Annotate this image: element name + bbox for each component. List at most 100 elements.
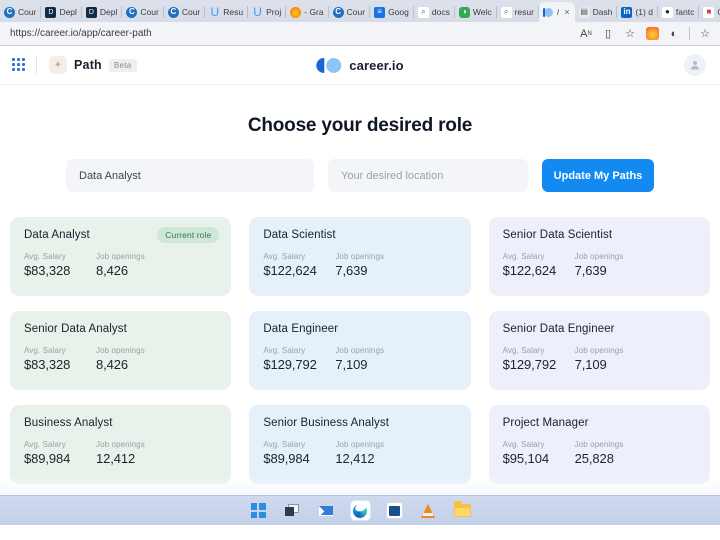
- browser-tab[interactable]: CCour: [122, 2, 163, 22]
- role-card-stats: Avg. Salary$129,792Job openings7,109: [263, 346, 456, 372]
- android-favicon: ◑: [459, 7, 470, 18]
- role-card-title: Project Manager: [503, 417, 696, 429]
- beta-badge: Beta: [109, 59, 137, 72]
- browser-tab-label: Welc: [473, 7, 492, 17]
- role-card[interactable]: Data AnalystCurrent roleAvg. Salary$83,3…: [10, 217, 231, 296]
- deepl-favicon: D: [86, 7, 97, 18]
- path-product-icon: ✦: [49, 56, 67, 74]
- role-card-grid: Data AnalystCurrent roleAvg. Salary$83,3…: [0, 217, 720, 484]
- browser-tab[interactable]: - Gra: [286, 2, 328, 22]
- task-view-icon[interactable]: [282, 501, 302, 521]
- careerio-brand[interactable]: career.io: [316, 58, 403, 73]
- mail-icon[interactable]: [316, 501, 336, 521]
- salary-value: $83,328: [24, 357, 96, 372]
- role-card[interactable]: Business Analyst Avg. Salary$89,984Job op…: [10, 405, 231, 484]
- role-card-title: Business Analyst: [24, 417, 217, 429]
- browser-tab[interactable]: ≡Goog: [370, 2, 414, 22]
- role-card[interactable]: Data EngineerAvg. Salary$129,792Job open…: [249, 311, 470, 390]
- url-text[interactable]: https://career.io/app/career-path: [6, 28, 573, 39]
- browser-tab[interactable]: ■Chari: [699, 2, 720, 22]
- openings-value: 7,639: [335, 263, 407, 278]
- role-input[interactable]: [66, 159, 314, 192]
- coursera-favicon: C: [4, 7, 15, 18]
- start-button-icon[interactable]: [248, 501, 268, 521]
- browser-tab[interactable]: ●fantc: [658, 2, 699, 22]
- role-card[interactable]: Senior Data EngineerAvg. Salary$129,792J…: [489, 311, 710, 390]
- browser-tab-label: Dash: [593, 7, 613, 17]
- browser-essentials-icon[interactable]: ◐: [665, 25, 683, 43]
- update-my-paths-button[interactable]: Update My Paths: [542, 159, 654, 192]
- close-tab-icon[interactable]: ×: [564, 7, 569, 17]
- role-card-title: Senior Data Scientist: [503, 229, 696, 241]
- openings-stat: Job openings25,828: [575, 440, 647, 466]
- role-card[interactable]: Senior Business AnalystAvg. Salary$89,98…: [249, 405, 470, 484]
- openings-label: Job openings: [575, 346, 647, 355]
- search-favicon: ⌕: [501, 7, 512, 18]
- salary-value: $129,792: [503, 357, 575, 372]
- browser-tab[interactable]: CCour: [0, 2, 41, 22]
- read-aloud-icon[interactable]: AN: [577, 25, 595, 43]
- file-explorer-icon[interactable]: [452, 501, 472, 521]
- microsoft-store-icon[interactable]: [384, 501, 404, 521]
- page-title: Choose your desired role: [0, 115, 720, 137]
- browser-tab[interactable]: CCour: [164, 2, 205, 22]
- role-card-title: Senior Data Analyst: [24, 323, 217, 335]
- avatar[interactable]: [684, 54, 706, 76]
- browser-tab[interactable]: /×: [539, 2, 575, 22]
- openings-value: 12,412: [335, 451, 407, 466]
- salary-value: $95,104: [503, 451, 575, 466]
- openings-label: Job openings: [96, 346, 168, 355]
- browser-tab-label: Goog: [388, 7, 409, 17]
- browser-tab[interactable]: ▤Dash: [575, 2, 618, 22]
- browser-tab-label: - Gra: [304, 7, 323, 17]
- role-card[interactable]: Data ScientistAvg. Salary$122,624Job ope…: [249, 217, 470, 296]
- openings-stat: Job openings7,109: [575, 346, 647, 372]
- browser-tab[interactable]: CCour: [329, 2, 370, 22]
- browser-tab[interactable]: ⌕docs: [414, 2, 455, 22]
- location-input[interactable]: [328, 159, 528, 192]
- browser-tab-label: Cour: [182, 7, 200, 17]
- windows-taskbar[interactable]: [0, 495, 720, 525]
- browser-tab[interactable]: in(1) d: [617, 2, 657, 22]
- github-favicon: ●: [662, 7, 673, 18]
- browser-tab-label: Depl: [100, 7, 117, 17]
- role-card[interactable]: Senior Data Analyst Avg. Salary $83,328Job…: [10, 311, 231, 390]
- salary-value: $83,328: [24, 263, 96, 278]
- vlc-media-player-icon[interactable]: [418, 501, 438, 521]
- openings-label: Job openings: [335, 346, 407, 355]
- browser-tab[interactable]: ◑Welc: [455, 2, 497, 22]
- firefox-extension-icon[interactable]: [643, 25, 661, 43]
- role-card-stats: Avg. Salary$83,328Job openings8,426: [24, 252, 217, 278]
- header-divider: [36, 55, 37, 75]
- collections-icon[interactable]: ☆: [696, 25, 714, 43]
- salary-stat: Avg. Salary $95,104: [503, 440, 575, 466]
- browser-tab[interactable]: ⌕resur: [497, 2, 539, 22]
- salary-label: Avg. Salary: [503, 440, 575, 449]
- search-row: Update My Paths: [0, 159, 720, 192]
- split-screen-icon[interactable]: ▯: [599, 25, 617, 43]
- pdf-favicon: ■: [703, 7, 714, 18]
- app-launcher-icon[interactable]: [12, 58, 26, 72]
- browser-address-bar[interactable]: https://career.io/app/career-path AN ▯ ☆…: [0, 22, 720, 45]
- browser-tab[interactable]: UResu: [205, 2, 248, 22]
- edge-browser-icon[interactable]: [350, 501, 370, 521]
- salary-label: Avg. Salary: [263, 346, 335, 355]
- careerio-favicon: [543, 7, 554, 18]
- google-docs-favicon: ≡: [374, 7, 385, 18]
- browser-tab[interactable]: UProj: [248, 2, 286, 22]
- salary-label: Avg. Salary: [24, 346, 96, 355]
- salary-label: Avg. Salary: [263, 252, 335, 261]
- browser-tab-label: fantc: [676, 7, 694, 17]
- role-card[interactable]: Project Manager Avg. Salary $95,104Job ope…: [489, 405, 710, 484]
- openings-value: 8,426: [96, 357, 168, 372]
- browser-tab-label: Cour: [140, 7, 158, 17]
- role-card[interactable]: Senior Data ScientistAvg. Salary$122,624…: [489, 217, 710, 296]
- browser-tab[interactable]: DDepl: [82, 2, 122, 22]
- browser-tab[interactable]: DDepl: [41, 2, 81, 22]
- browser-tab-strip[interactable]: CCourDDeplDDeplCCourCCourUResuUProj- Gra…: [0, 0, 720, 22]
- role-card-title: Senior Business Analyst: [263, 417, 456, 429]
- role-card-stats: Avg. Salary$89,984Job openings12,412: [24, 440, 217, 466]
- openings-stat: Job openings8,426: [96, 252, 168, 278]
- add-favorite-icon[interactable]: ☆: [621, 25, 639, 43]
- careerio-logo-icon: [316, 58, 342, 73]
